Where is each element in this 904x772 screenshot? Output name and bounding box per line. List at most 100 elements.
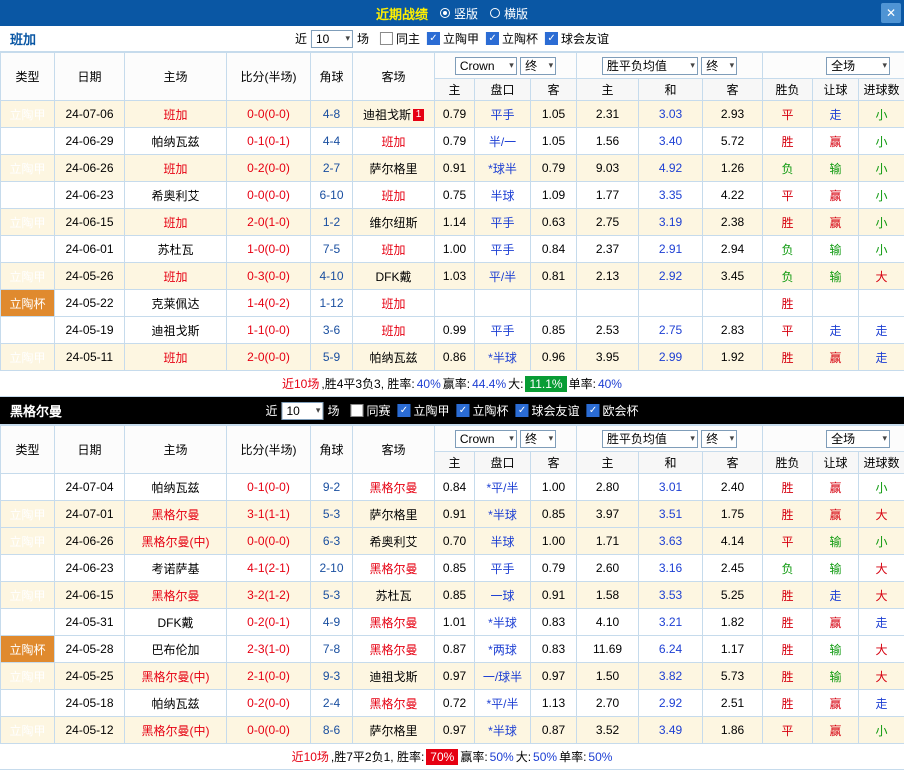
- away-team-cell: 迪祖戈斯: [352, 662, 435, 690]
- avg-draw-cell: 2.92: [638, 689, 704, 717]
- chevron-down-icon: ▾: [509, 433, 514, 443]
- odds-select-cell: Crown ▾ 终 ▾: [433, 425, 578, 452]
- chevron-down-icon: ▾: [729, 60, 735, 70]
- odds-source-select[interactable]: Crown ▾: [454, 56, 517, 75]
- handicap-cell: 平手: [474, 100, 531, 128]
- filter-checkbox-球会友谊[interactable]: ✓ 球会友谊: [545, 30, 609, 47]
- date-cell: 24-06-15: [54, 208, 125, 236]
- scope-value: 全场: [831, 432, 856, 446]
- avg-type-value: 胜平负均值: [606, 432, 667, 446]
- col-header-avg-home: 主: [576, 451, 640, 474]
- avg-home-cell: 1.56: [576, 127, 640, 155]
- handicap-cell: *平/半: [474, 689, 531, 717]
- col-header-corner: 角球: [310, 52, 353, 101]
- match-count-select[interactable]: 10 ▾: [281, 401, 324, 420]
- goals-result-cell: 大: [858, 662, 904, 690]
- match-row: 立陶甲 24-07-04 帕纳瓦兹 0-1(0-0) 9-2 黑格尔曼 0.84 *平/半 1.…: [0, 473, 904, 501]
- home-team-cell: 班加: [124, 208, 227, 236]
- result-cell: 胜: [762, 127, 814, 155]
- checkbox-unchecked-icon: [350, 404, 364, 417]
- avg-away-cell: 2.38: [702, 208, 764, 236]
- date-cell: 24-05-12: [54, 716, 125, 744]
- stats-summary-away: 近10场 ,胜7平2负1, 胜率: 70% 赢率: 50% 大: 50% 单率: 50%: [0, 744, 904, 770]
- home-team-cell: 黑格尔曼(中): [124, 527, 227, 555]
- team-name: 黑格尔曼: [369, 480, 418, 495]
- result-cell: 胜: [762, 289, 814, 317]
- match-row: 立陶杯 24-05-22 克莱佩达 1-4(0-2) 1-12 班加 胜: [0, 289, 904, 317]
- match-count-select[interactable]: 10 ▾: [310, 29, 353, 48]
- filter-checkbox-欧会杯[interactable]: ✓ 欧会杯: [586, 402, 639, 419]
- handicap-cell: [474, 289, 531, 317]
- match-row: 立陶甲 24-06-15 班加 2-0(1-0) 1-2 维尔纽斯 1.14 平手 0.63 2.…: [0, 208, 904, 236]
- team-name: 黑格尔曼: [151, 507, 200, 522]
- home-odds-cell: 1.01: [434, 608, 475, 636]
- league-cell: 立陶甲: [0, 316, 55, 344]
- chevron-down-icon: ▾: [882, 60, 888, 70]
- goals-result-cell: 小: [858, 208, 904, 236]
- avg-state-select[interactable]: 终 ▾: [701, 429, 738, 448]
- near-label: 近: [294, 32, 307, 46]
- filter-checkbox-立陶杯[interactable]: ✓ 立陶杯: [486, 30, 538, 47]
- corners-cell: 8-6: [310, 716, 353, 744]
- match-row: 立陶甲 24-06-15 黑格尔曼 3-2(1-2) 5-3 苏杜瓦 0.85 一球 0.91 1…: [0, 581, 904, 609]
- date-cell: 24-07-06: [54, 100, 125, 128]
- avg-type-select[interactable]: 胜平负均值 ▾: [601, 56, 698, 75]
- scope-select[interactable]: 全场 ▾: [826, 56, 891, 75]
- handicap-result-cell: 赢: [812, 208, 860, 236]
- handicap-cell: 平手: [474, 235, 531, 263]
- close-button[interactable]: ✕: [881, 3, 901, 23]
- odds-state-select[interactable]: 终 ▾: [520, 429, 557, 448]
- home-team-cell: 克莱佩达: [124, 289, 227, 317]
- home-team-cell: 苏杜瓦: [124, 235, 227, 263]
- checkbox-label: 同赛: [366, 404, 391, 418]
- home-team-cell: 巴布伦加: [124, 635, 227, 663]
- avg-away-cell: 2.93: [702, 100, 764, 128]
- goals-result-cell: 小: [858, 181, 904, 209]
- handicap-result-cell: [812, 289, 860, 317]
- near-label: 近: [265, 404, 278, 418]
- odds-state-select[interactable]: 终 ▾: [520, 56, 557, 75]
- avg-type-select[interactable]: 胜平负均值 ▾: [601, 429, 698, 448]
- odds-source-select[interactable]: Crown ▾: [454, 429, 517, 448]
- view-radio-vertical[interactable]: 竖版: [439, 5, 478, 22]
- team-name: 萨尔格里: [369, 507, 418, 522]
- avg-draw-cell: 2.99: [638, 343, 704, 371]
- home-odds-cell: 0.91: [434, 154, 475, 182]
- filter-checkbox-立陶杯[interactable]: ✓ 立陶杯: [456, 402, 509, 419]
- odds-source-value: Crown: [459, 431, 495, 446]
- team-name: 希奥利艾: [369, 534, 418, 549]
- away-odds-cell: 0.87: [529, 716, 578, 744]
- filter-checkbox-立陶甲[interactable]: ✓ 立陶甲: [427, 30, 479, 47]
- league-cell: 立陶甲: [0, 100, 55, 128]
- col-header-result: 胜负: [762, 78, 814, 101]
- col-header-odds-home: 主: [434, 78, 475, 101]
- scope-select[interactable]: 全场 ▾: [826, 429, 891, 448]
- col-header-odds-home: 主: [434, 451, 475, 474]
- view-radio-horizontal[interactable]: 横版: [490, 5, 528, 22]
- filter-checkbox-同赛[interactable]: 同赛: [350, 402, 390, 419]
- handicap-cell: 平/半: [474, 262, 531, 290]
- goals-result-cell: 走: [858, 689, 904, 717]
- summary-text: 50%: [533, 749, 558, 764]
- chevron-down-icon: ▾: [690, 60, 695, 70]
- handicap-result-cell: 赢: [812, 500, 860, 528]
- corners-cell: 4-4: [310, 127, 353, 155]
- home-odds-cell: 0.85: [434, 554, 475, 582]
- result-cell: 胜: [762, 608, 814, 636]
- team-name: 班加: [381, 323, 406, 338]
- avg-draw-cell: 3.82: [638, 662, 704, 690]
- filter-checkbox-同主[interactable]: 同主: [379, 30, 420, 47]
- goals-result-cell: 小: [858, 473, 904, 501]
- avg-state-select[interactable]: 终 ▾: [701, 56, 738, 75]
- handicap-cell: *半球: [474, 343, 531, 371]
- avg-draw-cell: 4.92: [638, 154, 704, 182]
- col-header-result: 胜负: [762, 451, 814, 474]
- away-team-cell: DFK戴: [352, 262, 435, 290]
- away-team-cell: 班加: [352, 316, 435, 344]
- filter-checkbox-球会友谊[interactable]: ✓ 球会友谊: [515, 402, 580, 419]
- avg-draw-cell: 3.35: [638, 181, 704, 209]
- handicap-result-cell: 输: [812, 662, 860, 690]
- filter-checkbox-立陶甲[interactable]: ✓ 立陶甲: [397, 402, 450, 419]
- col-header-type: 类型: [0, 425, 55, 474]
- corners-cell: 2-10: [310, 554, 353, 582]
